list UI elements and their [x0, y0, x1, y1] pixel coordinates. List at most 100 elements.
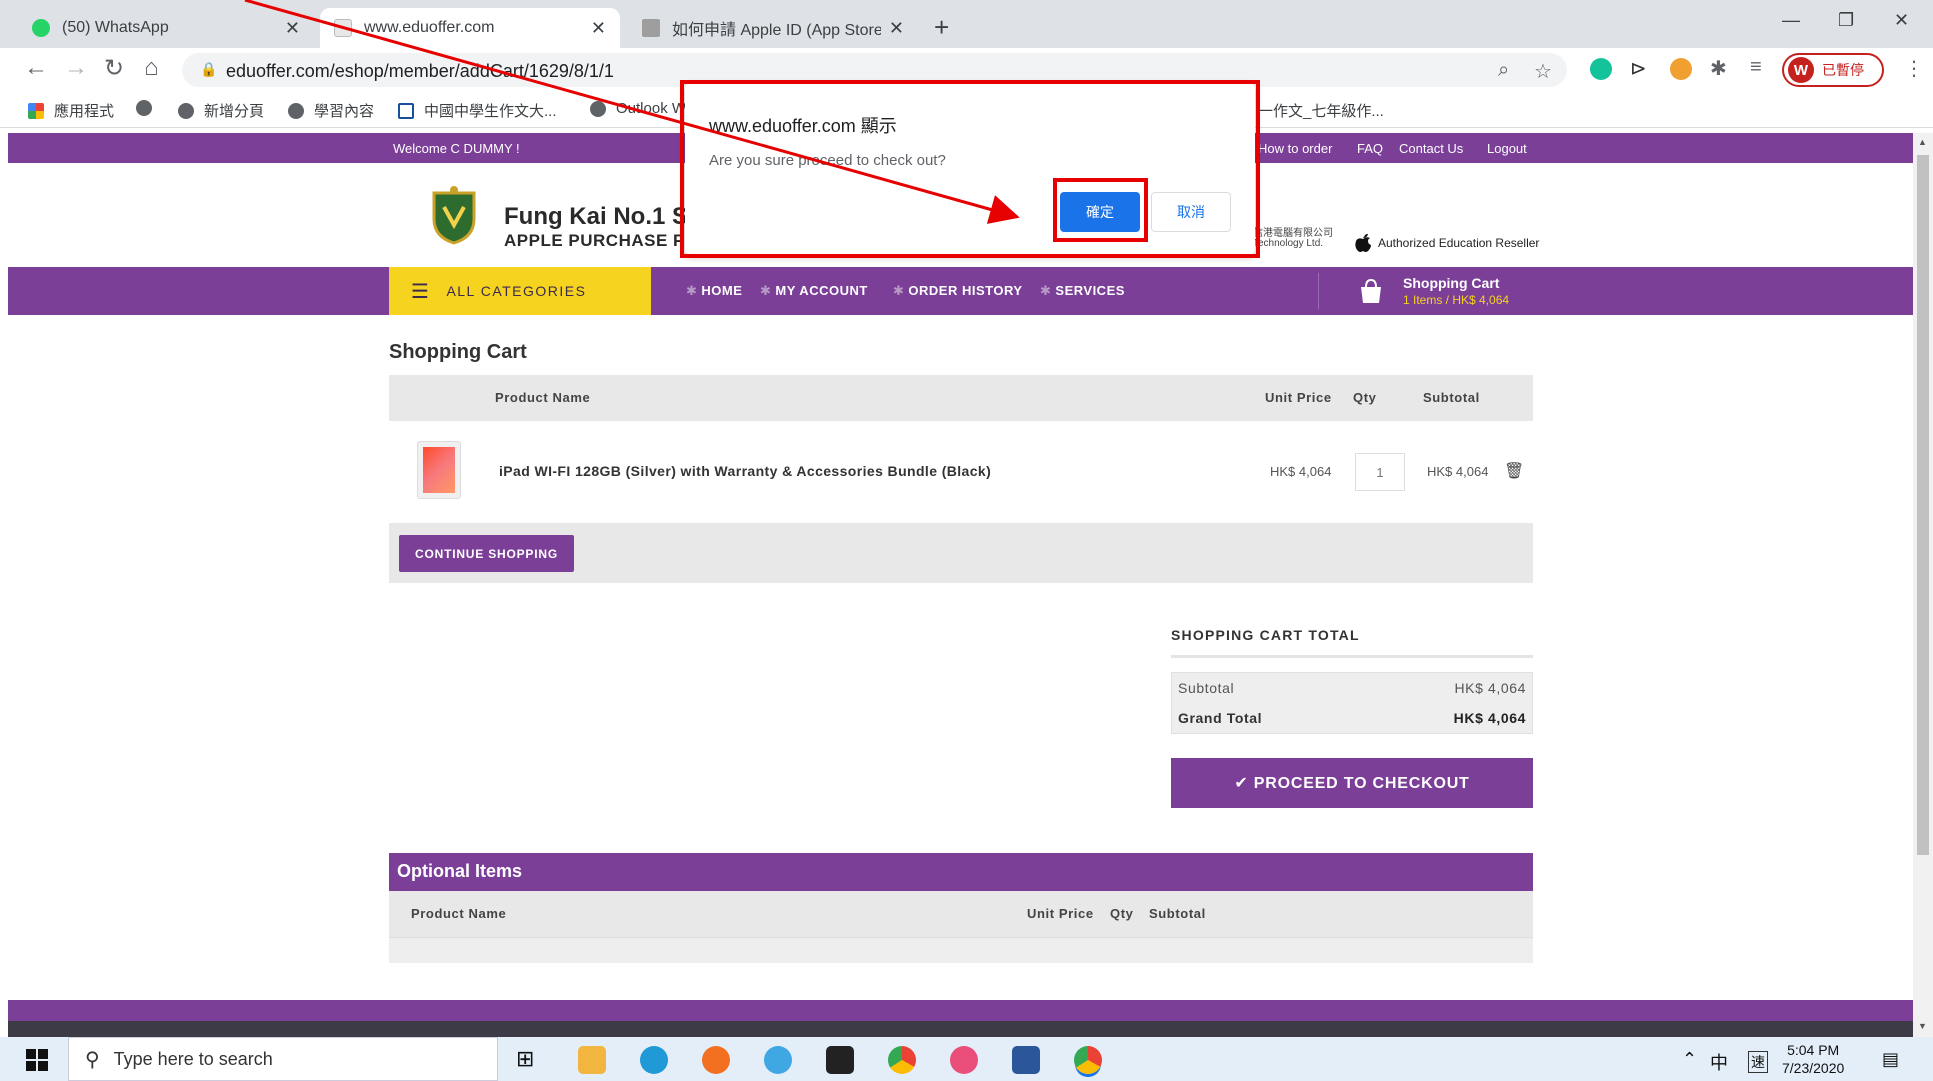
clock[interactable]: 5:04 PM 7/23/2020: [1782, 1041, 1844, 1077]
bookmark-new-tab[interactable]: 新增分頁: [178, 100, 264, 121]
nav-services[interactable]: ✱ SERVICES: [1040, 283, 1125, 299]
reload-icon[interactable]: ↻: [104, 54, 124, 83]
continue-shopping-button[interactable]: CONTINUE SHOPPING: [399, 535, 574, 572]
col-product-name: Product Name: [495, 390, 591, 405]
nav-home[interactable]: ✱ HOME: [686, 283, 742, 299]
menu-icon[interactable]: ⋮: [1904, 56, 1924, 81]
clock-date: 7/23/2020: [1782, 1060, 1845, 1076]
zoom-icon[interactable]: ⌕: [1498, 59, 1509, 82]
back-icon[interactable]: ←: [24, 54, 48, 82]
windows-start-icon[interactable]: [26, 1049, 48, 1071]
col-qty: Qty: [1110, 906, 1134, 921]
scroll-down-icon[interactable]: ▼: [1918, 1021, 1927, 1031]
hamburger-icon: ☰: [411, 280, 431, 303]
edge-icon[interactable]: [640, 1046, 668, 1074]
paint-icon[interactable]: [950, 1046, 978, 1074]
col-subtotal: Subtotal: [1423, 390, 1480, 405]
word-icon[interactable]: [1012, 1046, 1040, 1074]
link-logout[interactable]: Logout: [1487, 141, 1527, 156]
grammarly-icon[interactable]: [1590, 58, 1612, 80]
avatar: W: [1788, 57, 1814, 83]
subtotal-value: HK$ 4,064: [1454, 680, 1526, 696]
minimize-icon[interactable]: —: [1782, 10, 1800, 31]
new-tab-icon[interactable]: +: [934, 12, 949, 43]
product-image[interactable]: [417, 441, 461, 499]
store-icon[interactable]: [826, 1046, 854, 1074]
cursor-extension-icon[interactable]: ⊳: [1630, 56, 1647, 81]
close-tab-icon[interactable]: ✕: [285, 18, 300, 39]
chrome-active-icon[interactable]: [1074, 1046, 1102, 1074]
all-categories-button[interactable]: ☰ ALL CATEGORIES: [389, 267, 651, 315]
page-scrollbar[interactable]: ▲ ▼: [1913, 133, 1933, 1037]
partner-logo: 信港電腦有限公司 Technology Ltd.: [1253, 229, 1333, 249]
main-nav: ☰ ALL CATEGORIES ✱ HOME ✱ MY ACCOUNT ✱ ORDE…: [8, 267, 1913, 315]
bookmark-label: 應用程式: [54, 103, 115, 120]
site-footer-bottom: [8, 1021, 1913, 1037]
col-subtotal: Subtotal: [1149, 906, 1206, 921]
file-explorer-icon[interactable]: [578, 1046, 606, 1074]
trash-icon[interactable]: 🗑: [1504, 461, 1524, 481]
cart-widget-summary: 1 Items / HK$ 4,064: [1403, 293, 1510, 307]
restore-icon[interactable]: ❐: [1838, 10, 1854, 31]
nav-label: HOME: [701, 283, 743, 298]
bookmark-label: 學習內容: [314, 103, 375, 120]
product-name[interactable]: iPad WI-FI 128GB (Silver) with Warranty …: [499, 463, 991, 479]
ie-icon[interactable]: [764, 1046, 792, 1074]
extension-icon[interactable]: [1670, 58, 1692, 80]
nav-label: SERVICES: [1055, 283, 1125, 298]
tray-chevron-icon[interactable]: ⌃: [1682, 1049, 1697, 1070]
nav-my-account[interactable]: ✱ MY ACCOUNT: [760, 283, 868, 299]
nav-order-history[interactable]: ✱ ORDER HISTORY: [893, 283, 1023, 299]
link-contact-us[interactable]: Contact Us: [1399, 141, 1463, 156]
search-placeholder: Type here to search: [113, 1048, 273, 1069]
home-icon[interactable]: ⌂: [144, 54, 159, 82]
bookmark-essay-7[interactable]: 一作文_七年級作...: [1258, 100, 1384, 121]
subtotal-row: Subtotal HK$ 4,064: [1172, 673, 1532, 703]
close-tab-icon[interactable]: ✕: [889, 18, 904, 39]
app-icon[interactable]: [702, 1046, 730, 1074]
nav-bullet-icon: ✱: [1040, 283, 1052, 298]
brand-subtitle: APPLE PURCHASE PR: [504, 231, 698, 250]
apps-grid-icon: [28, 102, 44, 119]
profile-button[interactable]: W 已暫停: [1782, 53, 1884, 87]
totals-box: Subtotal HK$ 4,064 Grand Total HK$ 4,064: [1171, 672, 1533, 734]
scroll-up-icon[interactable]: ▲: [1918, 137, 1927, 147]
tab-eduoffer[interactable]: www.eduoffer.com ✕: [320, 8, 620, 48]
proceed-to-checkout-button[interactable]: ✔ PROCEED TO CHECKOUT: [1171, 758, 1533, 808]
bookmark-globe[interactable]: [136, 100, 162, 116]
globe-icon: [288, 102, 304, 119]
tab-whatsapp[interactable]: (50) WhatsApp ✕: [18, 8, 314, 48]
bookmark-essay[interactable]: 中國中學生作文大...: [398, 100, 557, 121]
web-page: Welcome C DUMMY ! How to order FAQ Conta…: [8, 133, 1913, 1037]
tab-label: (50) WhatsApp: [62, 19, 169, 36]
partner-sub: Technology Ltd.: [1253, 238, 1324, 249]
cart-table-header: Product Name Unit Price Qty Subtotal: [389, 375, 1533, 421]
link-faq[interactable]: FAQ: [1357, 141, 1383, 156]
notification-icon[interactable]: ▤: [1882, 1049, 1899, 1070]
nav-bullet-icon: ✱: [893, 283, 905, 298]
language-indicator[interactable]: 中: [1710, 1049, 1728, 1075]
scroll-thumb[interactable]: [1917, 155, 1929, 855]
bookmark-outlook[interactable]: Outlook W: [590, 100, 686, 117]
close-tab-icon[interactable]: ✕: [591, 18, 606, 39]
tab-apple-id[interactable]: 如何申請 Apple ID (App Store 帳 ✕: [628, 8, 918, 48]
media-icon[interactable]: ≡: [1750, 56, 1762, 79]
profile-label: 已暫停: [1822, 62, 1864, 78]
chrome-icon[interactable]: [888, 1046, 916, 1074]
bookmark-apps[interactable]: 應用程式: [28, 100, 114, 121]
close-window-icon[interactable]: ✕: [1894, 10, 1909, 31]
cart-widget[interactable]: Shopping Cart 1 Items / HK$ 4,064: [1318, 273, 1558, 309]
bookmark-learning[interactable]: 學習內容: [288, 100, 374, 121]
quantity-input[interactable]: 1: [1355, 453, 1405, 491]
forward-icon[interactable]: →: [64, 54, 88, 82]
link-how-to-order[interactable]: How to order: [1258, 141, 1332, 156]
col-qty: Qty: [1353, 390, 1377, 405]
puzzle-icon[interactable]: ✱: [1710, 56, 1727, 81]
star-icon[interactable]: ☆: [1534, 59, 1552, 84]
reseller-label: Authorized Education Reseller: [1378, 236, 1540, 250]
taskbar-search[interactable]: ⚲ Type here to search: [68, 1037, 498, 1081]
task-view-icon[interactable]: ⊞: [516, 1046, 544, 1074]
whatsapp-icon: [32, 19, 50, 37]
ime-indicator[interactable]: 速: [1748, 1051, 1768, 1073]
cart-actions: CONTINUE SHOPPING: [389, 523, 1533, 583]
